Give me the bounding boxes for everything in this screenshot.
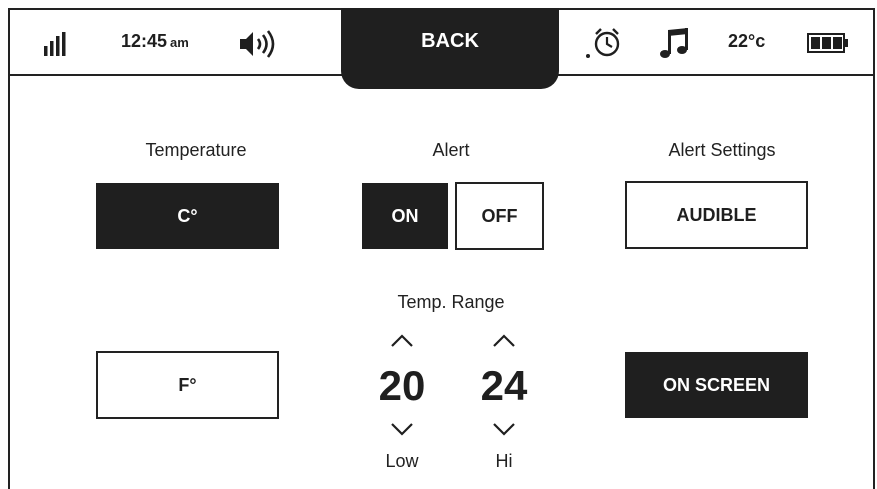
clock-time: 12:45 am — [121, 31, 189, 52]
device-screen: 12:45 am BACK 22°c Temperature Alert Ale… — [8, 8, 875, 489]
alert-on-button[interactable]: ON — [362, 183, 448, 249]
alert-on-label: ON — [391, 205, 419, 226]
alert-settings-label: Alert Settings — [668, 140, 776, 160]
on-screen-button[interactable]: ON SCREEN — [625, 352, 808, 418]
signal-icon — [44, 32, 66, 56]
alert-label: Alert — [432, 140, 470, 160]
audible-label: AUDIBLE — [676, 204, 757, 225]
temperature-label: Temperature — [145, 140, 247, 160]
high-value: 24 — [480, 362, 528, 409]
audible-button[interactable]: AUDIBLE — [625, 181, 808, 249]
high-decrease-chevron-down-icon[interactable] — [492, 422, 516, 436]
temp-range-label: Temp. Range — [397, 292, 505, 312]
time-value: 12:45 — [121, 31, 168, 51]
low-label: Low — [385, 451, 419, 471]
on-screen-label: ON SCREEN — [662, 374, 770, 395]
celsius-button[interactable]: C° — [96, 183, 279, 249]
status-bar: 12:45 am BACK 22°c — [10, 8, 873, 89]
alert-off-label: OFF — [481, 205, 518, 226]
high-label: Hi — [495, 451, 513, 471]
high-increase-chevron-up-icon[interactable] — [492, 334, 516, 348]
fahrenheit-label: F° — [178, 374, 197, 395]
alert-off-button[interactable]: OFF — [455, 182, 544, 250]
low-value: 20 — [378, 362, 426, 409]
alarm-icon[interactable] — [585, 26, 623, 60]
fahrenheit-button[interactable]: F° — [96, 351, 279, 419]
low-decrease-chevron-down-icon[interactable] — [390, 422, 414, 436]
battery-icon — [807, 33, 848, 53]
celsius-label: C° — [177, 205, 198, 226]
music-icon[interactable] — [660, 28, 692, 60]
back-button[interactable]: BACK — [341, 8, 559, 89]
temperature-readout: 22°c — [728, 31, 766, 51]
back-label: BACK — [421, 30, 479, 52]
low-increase-chevron-up-icon[interactable] — [390, 334, 414, 348]
speaker-icon[interactable] — [238, 30, 282, 58]
time-ampm: am — [170, 35, 189, 50]
